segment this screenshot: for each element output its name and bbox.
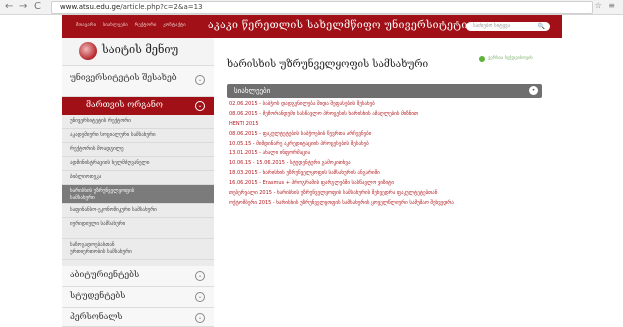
sidebar-item-label: უნივერსიტეტის შესახებ [70,73,177,83]
url-path: /article.php?c=2&a=13 [120,3,203,11]
university-title: აკაკი წერეთლის სახელმწიფო უნივერსიტეტი [208,19,468,31]
right-gutter [562,15,623,326]
top-nav: მთავარი სიახლეები რექტორი კონტაქტი [76,23,191,28]
sidebar-subitem[interactable]: რექტორის მოადგილე [62,143,214,157]
university-logo [79,42,97,60]
sidebar-subitem-label: იურიდიული სამსახური [70,221,126,227]
chevron-down-icon: ⌄ [195,101,205,111]
sidebar-item-students[interactable]: სტუდენტებს ⌄ [62,287,214,308]
list-item[interactable]: 10.05.15 - მიმდინარე აკრედიტაციის პროცეს… [229,141,549,147]
sidebar-item-staff[interactable]: პერსონალს ⌄ [62,308,214,327]
list-item[interactable]: თებერვალი 2015 - ხარისხის უზრუნველყოფის … [229,190,549,196]
search-placeholder: საძიებო სიტყვა [473,23,511,29]
chevron-down-icon: ⌄ [195,271,205,281]
main-content: ხარისხის უზრუნველყოფის სამსახური ვერსია … [214,38,562,326]
sidebar-subitem[interactable]: საფინანსო-ეკონომიკური სამსახური [62,204,214,218]
browser-toolbar: ← → C www.atsu.edu.ge/article.php?c=2&a=… [0,0,623,15]
sidebar-item-label: პერსონალს [70,312,123,322]
sidebar-item-label: აბიტურიენტებს [70,270,140,280]
panel-toggle-button[interactable]: • [529,86,538,95]
sidebar-subitem-label: ბიბლიოთეკა [70,174,102,180]
back-button[interactable]: ← [5,1,13,13]
list-item[interactable]: 13.01.2015 - ახალი ინფორმაცია [229,150,549,156]
news-panel-title: სიახლეები [234,87,271,95]
sidebar-subitem[interactable]: აკადემიური სოციალური სამსახური [62,129,214,143]
list-item[interactable]: 10.06.15 - 15.06.2015 - სტუდენტური გამოკ… [229,160,549,166]
page-title: ხარისხის უზრუნველყოფის სამსახური [227,59,429,70]
sidebar-item-about[interactable]: უნივერსიტეტის შესახებ ⌄ [62,66,214,97]
url-text[interactable]: www.atsu.edu.ge/article.php?c=2&a=13 [60,1,203,13]
top-nav-contact[interactable]: კონტაქტი [163,23,186,28]
reload-button[interactable]: C [34,1,41,13]
sidebar-item-label: მართვის ორგანო [86,100,163,110]
sidebar-subitem[interactable]: უნივერსიტეტის რექტორი [62,115,214,129]
top-nav-news[interactable]: სიახლეები [103,23,128,28]
chevron-down-icon: ⌄ [195,292,205,302]
top-nav-home[interactable]: მთავარი [76,23,96,28]
forward-button[interactable]: → [19,1,27,13]
list-item[interactable]: 02.06.2015 - საბჭოს დადგენილება შიდა შეფ… [229,101,549,107]
sidebar-subitem-label: აკადემიური სოციალური სამსახური [70,132,156,138]
search-icon[interactable]: 🔍 [538,22,545,31]
url-domain: www.atsu.edu.ge [60,3,121,11]
sidebar-subitem-selected[interactable]: ხარისხის უზრუნველყოფის სამსახური [62,185,214,204]
top-nav-rector[interactable]: რექტორი [135,23,157,28]
sidebar-title: საიტის მენიუ [102,43,179,56]
browser-menu-icons[interactable]: ☆ ≡ [595,1,617,10]
sidebar-subitem-label: ადმინისტრაციის ხელმძღვანელი [70,160,150,166]
news-panel-header: სიახლეები • [227,84,542,98]
sidebar-subitem-label: საფინანსო-ეკონომიკური სამსახური [70,207,157,213]
sidebar-subitem[interactable]: ბიბლიოთეკა [62,171,214,185]
list-item[interactable]: 16.06.2015 - Erasmus + პროგრამის ფარგლებ… [229,180,549,186]
sidebar-subitem[interactable]: იურიდიული სამსახური [62,218,214,239]
sidebar: საიტის მენიუ უნივერსიტეტის შესახებ ⌄ მარ… [62,38,214,327]
list-item[interactable]: 08.06.2015 - მემორანდუმი სასწავლო პროცეს… [229,111,549,117]
sidebar-item-management[interactable]: მართვის ორგანო ⌄ [62,97,214,115]
sidebar-subitem-label: ხარისხის უზრუნველყოფის სამსახური [70,188,135,201]
print-icon[interactable] [479,56,485,62]
list-item[interactable]: 18.03.2015 - ხარისხის უზრუნველყოფის სამს… [229,170,549,176]
sidebar-item-label: სტუდენტებს [70,291,126,301]
list-item[interactable]: ოქტომბერი 2015 - ხარისხის უზრუნველყოფის … [229,200,549,206]
site-header: მთავარი სიახლეები რექტორი კონტაქტი აკაკი… [62,15,562,38]
sidebar-subitem-label: საზოგადოებასთან ურთიერთობის სამსახური [70,242,132,255]
news-list: 02.06.2015 - საბჭოს დადგენილება შიდა შეფ… [229,101,549,210]
sidebar-subitem[interactable]: ადმინისტრაციის ხელმძღვანელი [62,157,214,171]
left-gutter [0,15,62,326]
list-item[interactable]: HENTI 2015 [229,121,549,127]
chevron-down-icon: ⌄ [195,313,205,323]
sidebar-item-applicants[interactable]: აბიტურიენტებს ⌄ [62,266,214,287]
sidebar-subitem-label: რექტორის მოადგილე [70,146,124,152]
list-item[interactable]: 08.06.2015 - ფაკულტეტების საბჭოების წევრ… [229,131,549,137]
chevron-down-icon: ⌄ [195,75,205,85]
sidebar-subitem-label: უნივერსიტეტის რექტორი [70,118,131,124]
sidebar-header: საიტის მენიუ [62,38,214,66]
sidebar-subitem[interactable]: საზოგადოებასთან ურთიერთობის სამსახური [62,239,214,260]
print-link[interactable]: ვერსია ბეჭდვისთვის [488,56,533,62]
search-input[interactable]: საძიებო სიტყვა 🔍 [466,22,550,31]
